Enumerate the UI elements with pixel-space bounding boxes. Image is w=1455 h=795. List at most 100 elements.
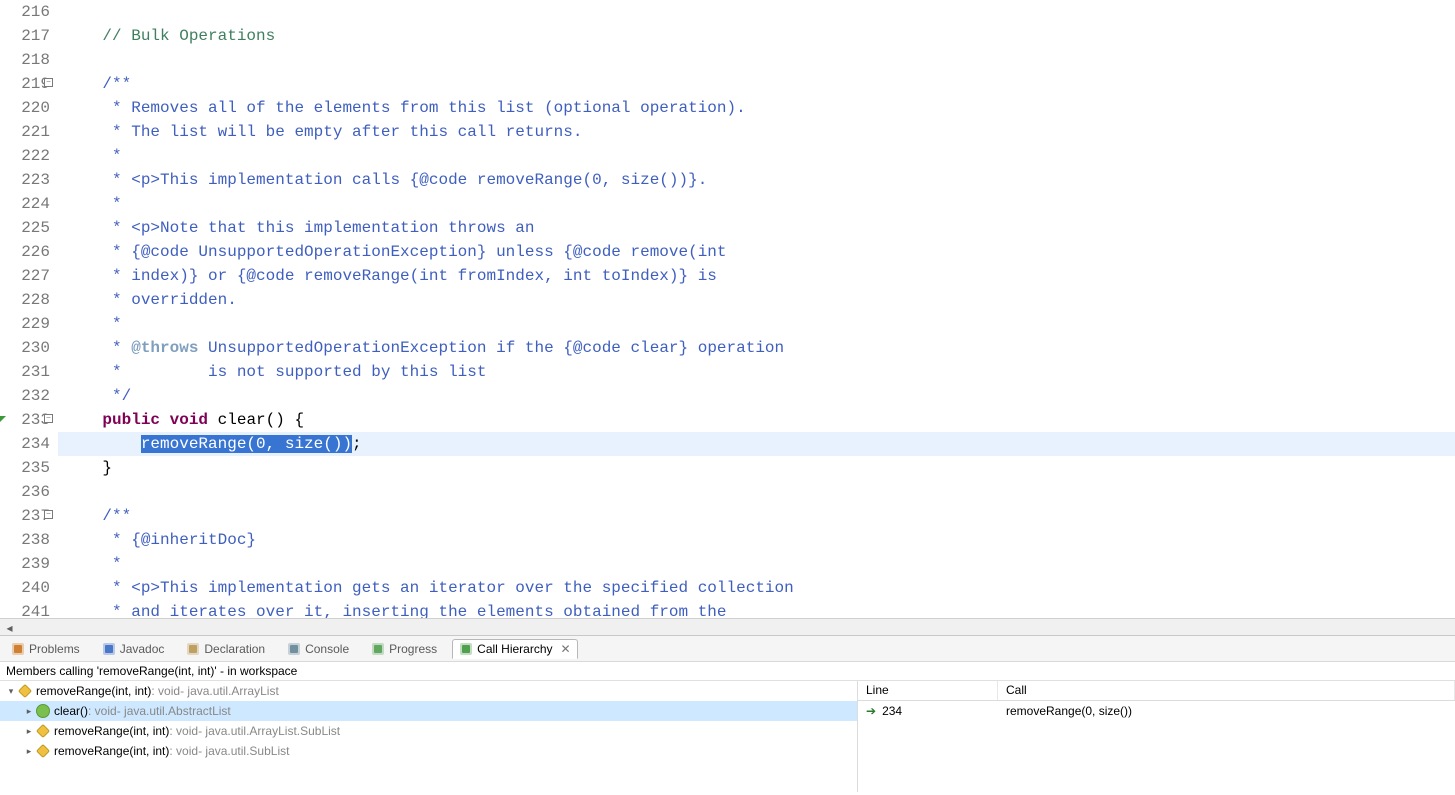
line-number[interactable]: 230: [0, 336, 50, 360]
fold-toggle-icon[interactable]: −: [44, 414, 53, 423]
line-number[interactable]: 237−: [0, 504, 50, 528]
code-line[interactable]: }: [58, 456, 1455, 480]
line-number[interactable]: 233−: [0, 408, 50, 432]
line-number[interactable]: 238: [0, 528, 50, 552]
line-number[interactable]: 223: [0, 168, 50, 192]
problems-icon: [11, 642, 25, 656]
code-line[interactable]: /**: [58, 504, 1455, 528]
line-number[interactable]: 225: [0, 216, 50, 240]
tab-console[interactable]: Console: [280, 639, 356, 659]
line-number[interactable]: 221: [0, 120, 50, 144]
method-name: removeRange(int, int): [54, 724, 169, 738]
line-number[interactable]: 240: [0, 576, 50, 600]
code-line[interactable]: * Removes all of the elements from this …: [58, 96, 1455, 120]
code-line[interactable]: * index)} or {@code removeRange(int from…: [58, 264, 1455, 288]
code-line[interactable]: *: [58, 192, 1455, 216]
line-number[interactable]: 231: [0, 360, 50, 384]
code-line[interactable]: *: [58, 552, 1455, 576]
fold-toggle-icon[interactable]: −: [44, 510, 53, 519]
call-hierarchy-tree[interactable]: ▾ removeRange(int, int) : void - java.uti…: [0, 681, 858, 792]
horizontal-scrollbar[interactable]: ◂: [0, 618, 1455, 635]
code-line[interactable]: [58, 48, 1455, 72]
code-line[interactable]: * is not supported by this list: [58, 360, 1455, 384]
line-number[interactable]: 228: [0, 288, 50, 312]
line-number[interactable]: 235: [0, 456, 50, 480]
tree-item[interactable]: ▾ removeRange(int, int) : void - java.uti…: [0, 681, 857, 701]
close-icon[interactable]: ✕: [561, 642, 571, 656]
code-line[interactable]: [58, 0, 1455, 24]
column-header-call[interactable]: Call: [998, 681, 1455, 700]
line-number[interactable]: 234: [0, 432, 50, 456]
line-number[interactable]: 220: [0, 96, 50, 120]
line-number[interactable]: 226: [0, 240, 50, 264]
call-location-table[interactable]: Line Call ➔234removeRange(0, size()): [858, 681, 1455, 792]
tree-item[interactable]: ▸clear() : void - java.util.AbstractList: [0, 701, 857, 721]
code-line[interactable]: * overridden.: [58, 288, 1455, 312]
expand-icon[interactable]: ▸: [22, 704, 36, 718]
line-number[interactable]: 217: [0, 24, 50, 48]
code-text-area[interactable]: // Bulk Operations /** * Removes all of …: [58, 0, 1455, 618]
code-editor[interactable]: 216217218219−220221222223224225226227228…: [0, 0, 1455, 618]
selected-text[interactable]: removeRange(0, size()): [141, 435, 352, 453]
public-method-icon: [36, 704, 50, 718]
code-line[interactable]: * {@inheritDoc}: [58, 528, 1455, 552]
fold-toggle-icon[interactable]: −: [44, 78, 53, 87]
scroll-left-icon[interactable]: ◂: [2, 621, 17, 634]
return-type: : void: [151, 684, 180, 698]
tab-declaration[interactable]: Declaration: [179, 639, 272, 659]
bottom-panel: Problems Javadoc Declaration Console Progres…: [0, 635, 1455, 792]
code-line[interactable]: // Bulk Operations: [58, 24, 1455, 48]
code-line[interactable]: * @throws UnsupportedOperationException …: [58, 336, 1455, 360]
expand-icon[interactable]: ▸: [22, 724, 36, 738]
call-line-number: 234: [882, 704, 902, 718]
declaring-type: - java.util.ArrayList: [180, 684, 279, 698]
code-line[interactable]: * {@code UnsupportedOperationException} …: [58, 240, 1455, 264]
view-tabbar[interactable]: Problems Javadoc Declaration Console Progres…: [0, 636, 1455, 662]
goto-arrow-icon[interactable]: ➔: [866, 704, 876, 718]
line-number[interactable]: 232: [0, 384, 50, 408]
line-number-gutter[interactable]: 216217218219−220221222223224225226227228…: [0, 0, 58, 618]
code-line[interactable]: * and iterates over it, inserting the el…: [58, 600, 1455, 618]
code-line[interactable]: removeRange(0, size());: [58, 432, 1455, 456]
tree-item[interactable]: ▸removeRange(int, int) : void - java.uti…: [0, 741, 857, 761]
return-type: : void: [169, 744, 198, 758]
tab-callhierarchy[interactable]: Call Hierarchy✕: [452, 639, 577, 659]
code-line[interactable]: *: [58, 144, 1455, 168]
line-number[interactable]: 239: [0, 552, 50, 576]
code-line[interactable]: * <p>This implementation calls {@code re…: [58, 168, 1455, 192]
line-number[interactable]: 216: [0, 0, 50, 24]
progress-icon: [371, 642, 385, 656]
column-header-line[interactable]: Line: [858, 681, 998, 700]
line-number[interactable]: 229: [0, 312, 50, 336]
collapse-icon[interactable]: ▾: [4, 684, 18, 698]
method-name: removeRange(int, int): [36, 684, 151, 698]
line-number[interactable]: 219−: [0, 72, 50, 96]
tab-problems[interactable]: Problems: [4, 639, 87, 659]
code-line[interactable]: */: [58, 384, 1455, 408]
code-line[interactable]: * <p>Note that this implementation throw…: [58, 216, 1455, 240]
code-line[interactable]: [58, 480, 1455, 504]
line-number[interactable]: 224: [0, 192, 50, 216]
tab-label: Console: [305, 642, 349, 656]
code-line[interactable]: /**: [58, 72, 1455, 96]
line-number[interactable]: 227: [0, 264, 50, 288]
tab-javadoc[interactable]: Javadoc: [95, 639, 172, 659]
tab-progress[interactable]: Progress: [364, 639, 444, 659]
code-line[interactable]: *: [58, 312, 1455, 336]
code-line[interactable]: * The list will be empty after this call…: [58, 120, 1455, 144]
line-number[interactable]: 218: [0, 48, 50, 72]
call-row[interactable]: ➔234removeRange(0, size()): [858, 701, 1455, 721]
protected-method-icon: [18, 684, 32, 698]
protected-method-icon: [36, 744, 50, 758]
return-type: : void: [88, 704, 117, 718]
line-number[interactable]: 236: [0, 480, 50, 504]
expand-icon[interactable]: ▸: [22, 744, 36, 758]
callhierarchy-icon: [459, 642, 473, 656]
tab-label: Progress: [389, 642, 437, 656]
override-annotation-icon[interactable]: [0, 416, 6, 424]
tree-item[interactable]: ▸removeRange(int, int) : void - java.uti…: [0, 721, 857, 741]
line-number[interactable]: 241: [0, 600, 50, 618]
code-line[interactable]: * <p>This implementation gets an iterato…: [58, 576, 1455, 600]
line-number[interactable]: 222: [0, 144, 50, 168]
code-line[interactable]: public void clear() {: [58, 408, 1455, 432]
